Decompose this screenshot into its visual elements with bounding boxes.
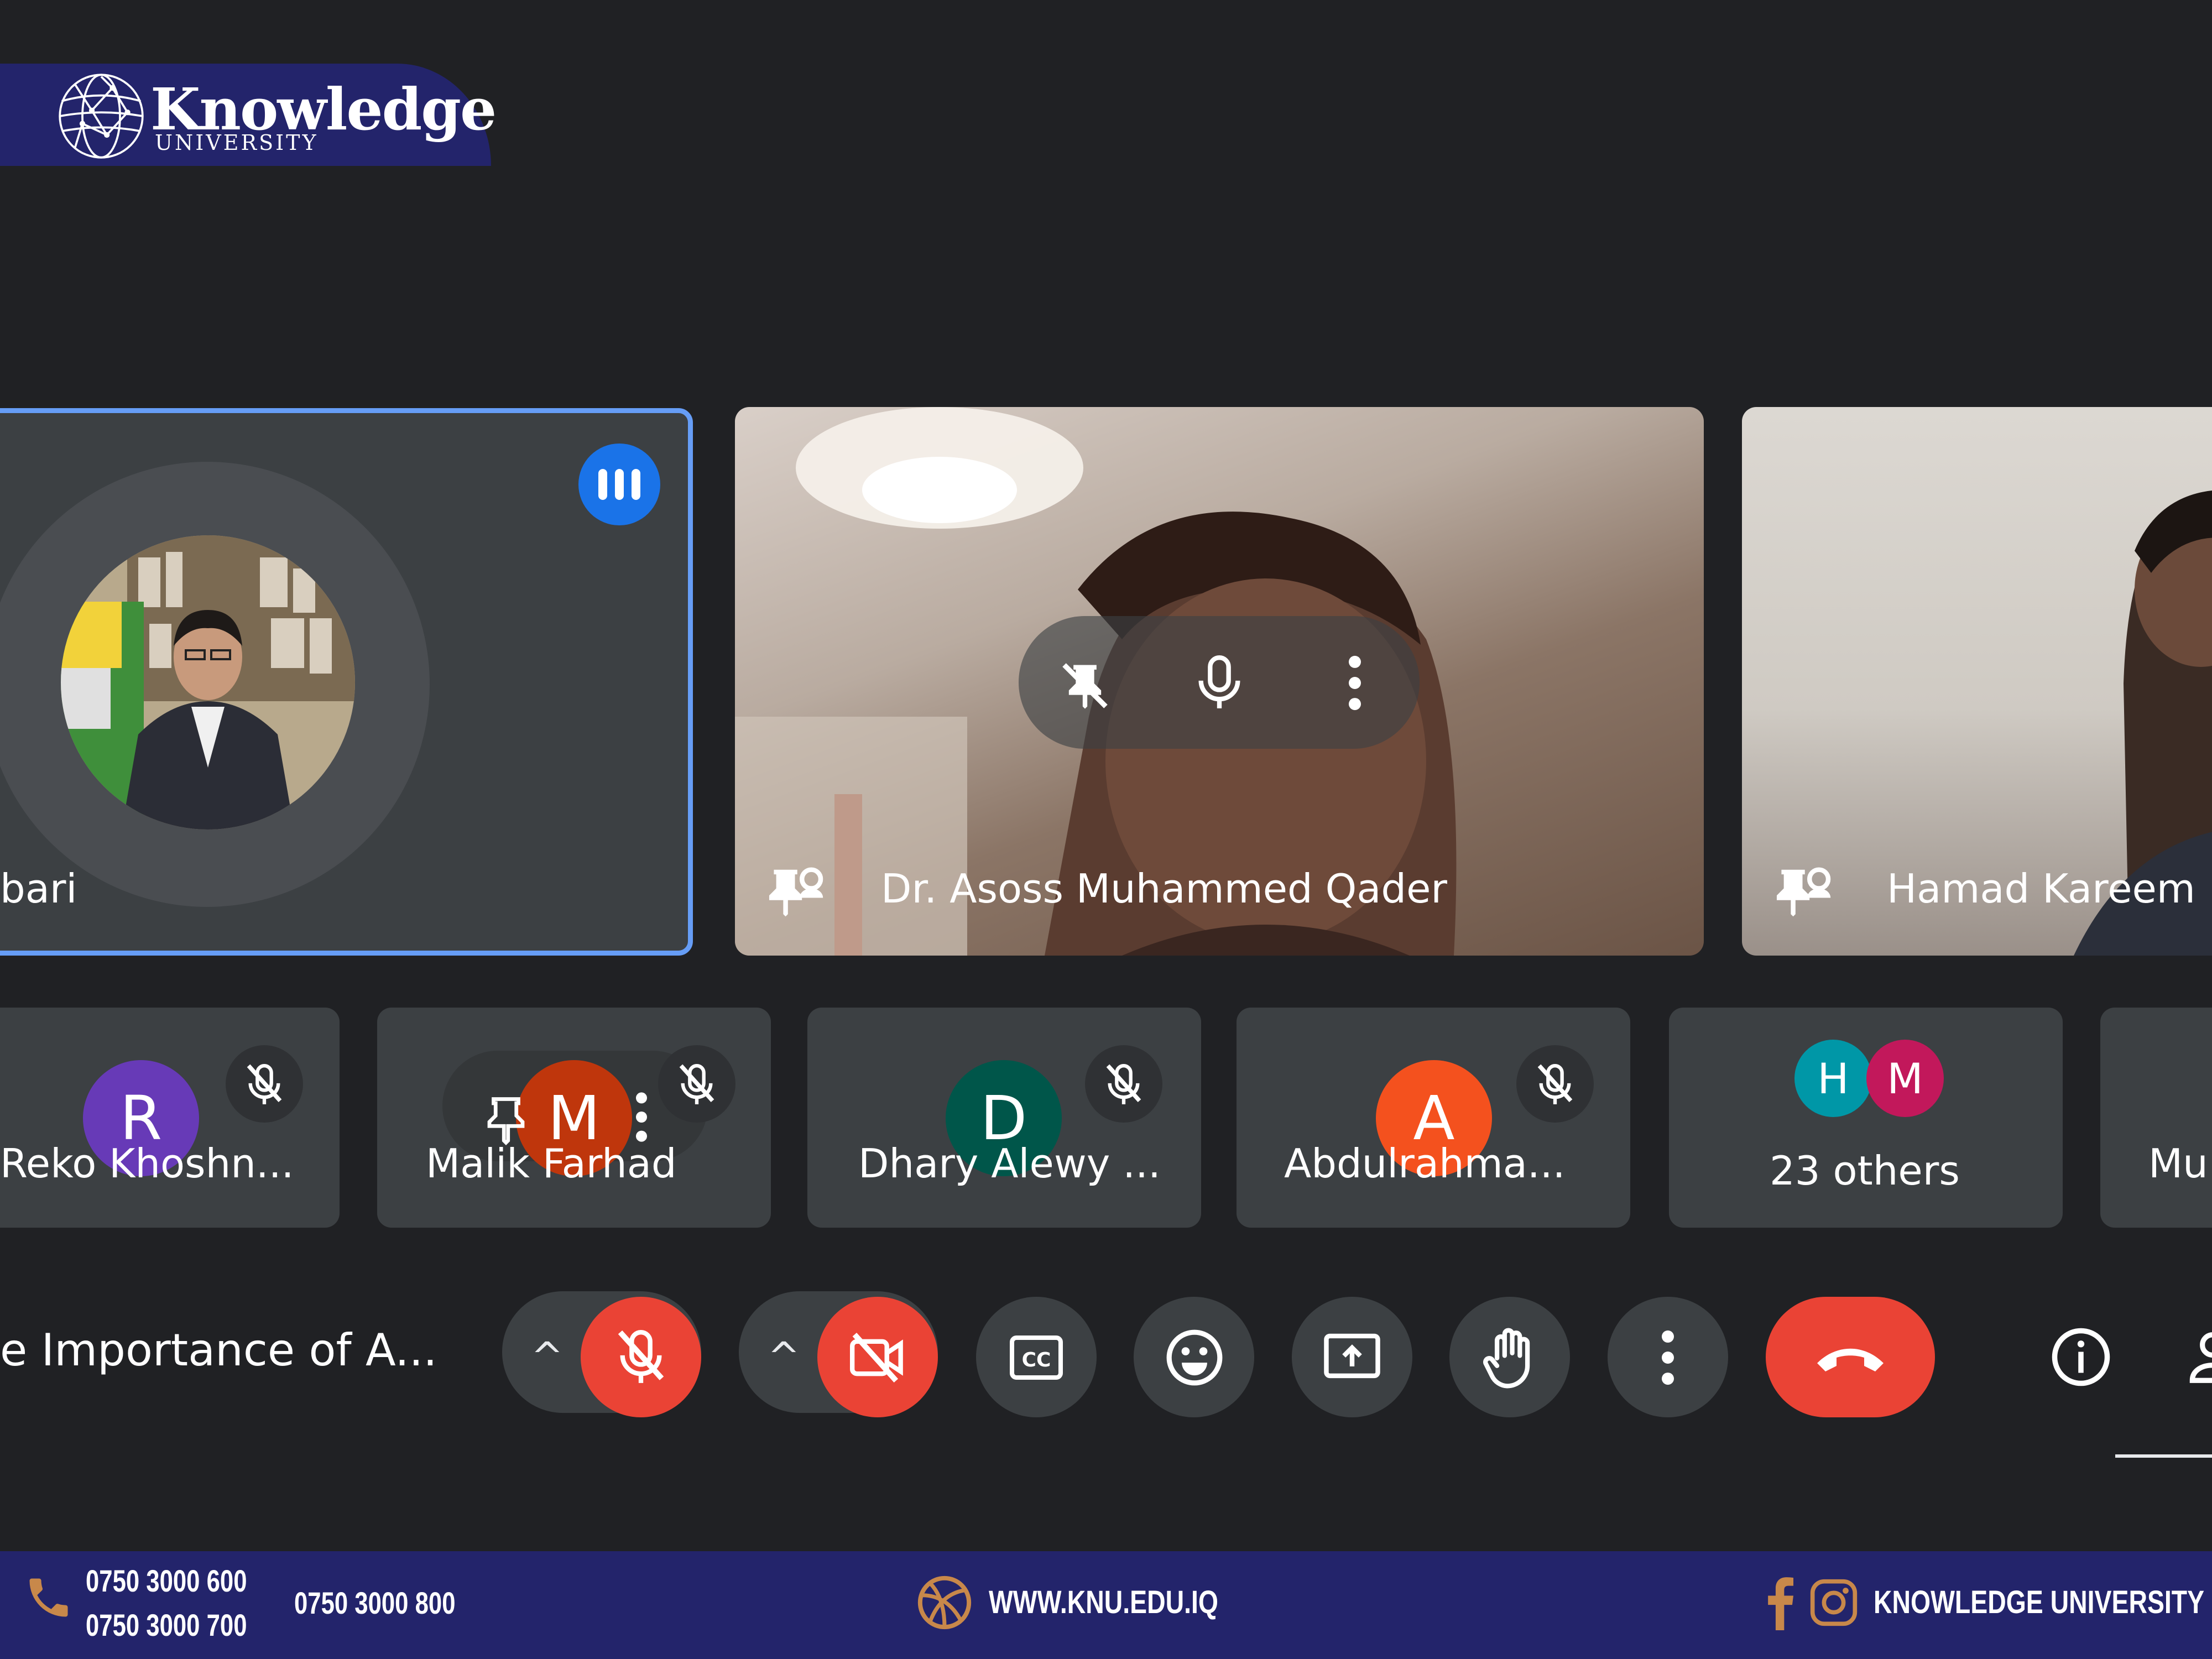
mic-off-icon xyxy=(679,1064,714,1104)
mic-off-icon xyxy=(618,1330,664,1383)
raise-hand-icon xyxy=(1483,1328,1530,1389)
website-url[interactable]: WWW.KNU.EDU.IQ xyxy=(989,1584,1218,1621)
participant-name: Hamad Kareem xyxy=(1887,865,2195,912)
avatar: H xyxy=(1794,1040,1872,1117)
phone-icon xyxy=(29,1578,68,1617)
participant-name: Abdulrahma... xyxy=(1284,1140,1566,1187)
chevron-up-icon[interactable]: ^ xyxy=(768,1334,800,1379)
pin-icon[interactable] xyxy=(1773,863,1832,924)
phone-number: 0750 3000 700 xyxy=(86,1608,247,1642)
phone-number: 0750 3000 600 xyxy=(86,1563,247,1598)
instagram-icon[interactable] xyxy=(1808,1577,1859,1628)
mic-off-icon xyxy=(1106,1064,1141,1104)
more-vert-icon xyxy=(1662,1330,1674,1385)
participant-name: Dr. Asoss Muhammed Qader xyxy=(881,865,1447,912)
chevron-up-icon[interactable]: ^ xyxy=(531,1334,564,1379)
pin-icon[interactable] xyxy=(481,1092,531,1147)
others-count: 23 others xyxy=(1770,1147,1960,1194)
pin-icon[interactable] xyxy=(766,863,824,924)
website-globe-icon xyxy=(917,1575,972,1630)
avatar xyxy=(61,535,355,830)
brain-globe-logo-icon xyxy=(59,74,144,159)
closed-captions-icon: CC xyxy=(1010,1335,1063,1380)
mic-off-icon xyxy=(1537,1064,1573,1104)
more-vert-icon[interactable] xyxy=(630,1089,653,1145)
people-icon[interactable] xyxy=(2188,1327,2212,1388)
camera-off-icon xyxy=(849,1332,903,1383)
emoji-icon xyxy=(1166,1329,1223,1386)
microphone-icon[interactable] xyxy=(1192,653,1247,713)
logo-subtitle: UNIVERSITY xyxy=(155,131,319,155)
active-tab-indicator xyxy=(2115,1454,2212,1458)
pin-off-icon[interactable] xyxy=(1057,658,1113,713)
more-vert-icon[interactable] xyxy=(1338,653,1371,713)
participant-name: bari xyxy=(0,865,77,912)
participant-name: Dhary Alewy ... xyxy=(858,1140,1161,1187)
social-account-name[interactable]: KNOWLEDGE UNIVERSITY xyxy=(1874,1584,2204,1621)
participant-tile[interactable] xyxy=(2100,1008,2212,1228)
participant-name: Mu xyxy=(2148,1140,2208,1187)
meeting-title: e Importance of A... xyxy=(0,1324,437,1376)
hang-up-icon xyxy=(1817,1348,1884,1371)
avatar: M xyxy=(1866,1040,1944,1117)
others-tile[interactable] xyxy=(1669,1008,2063,1228)
present-screen-icon xyxy=(1324,1333,1380,1379)
phone-number: 0750 3000 800 xyxy=(294,1585,456,1620)
mic-off-icon xyxy=(247,1064,282,1104)
participant-name: Reko Khoshn... xyxy=(0,1140,294,1187)
speaking-indicator-icon xyxy=(578,444,660,525)
facebook-icon[interactable] xyxy=(1764,1575,1795,1630)
meeting-details-icon[interactable] xyxy=(2049,1326,2112,1389)
participant-name: Malik Farhad xyxy=(426,1140,677,1187)
svg-text:CC: CC xyxy=(1022,1349,1051,1371)
